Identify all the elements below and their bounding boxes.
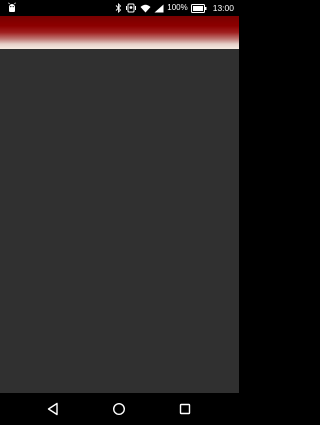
content-area bbox=[0, 49, 239, 393]
status-right: 100% 13:00 bbox=[115, 3, 234, 13]
screen: 100% 13:00 bbox=[0, 0, 239, 425]
status-left bbox=[6, 2, 18, 14]
header-gradient-bar bbox=[0, 16, 239, 49]
android-debug-icon bbox=[6, 2, 18, 14]
battery-percent: 100% bbox=[167, 3, 188, 12]
recents-square-icon bbox=[179, 403, 191, 415]
wifi-icon bbox=[140, 4, 151, 13]
bluetooth-icon bbox=[115, 3, 122, 13]
status-clock: 13:00 bbox=[212, 2, 234, 13]
home-button[interactable] bbox=[111, 401, 127, 417]
vibrate-icon bbox=[125, 3, 137, 13]
status-bar: 100% 13:00 bbox=[0, 0, 239, 16]
home-circle-icon bbox=[112, 402, 126, 416]
battery-icon bbox=[190, 3, 207, 13]
recents-button[interactable] bbox=[177, 401, 193, 417]
signal-icon bbox=[154, 4, 164, 13]
navigation-bar bbox=[0, 393, 239, 425]
back-button[interactable] bbox=[45, 401, 61, 417]
back-triangle-icon bbox=[47, 402, 58, 416]
